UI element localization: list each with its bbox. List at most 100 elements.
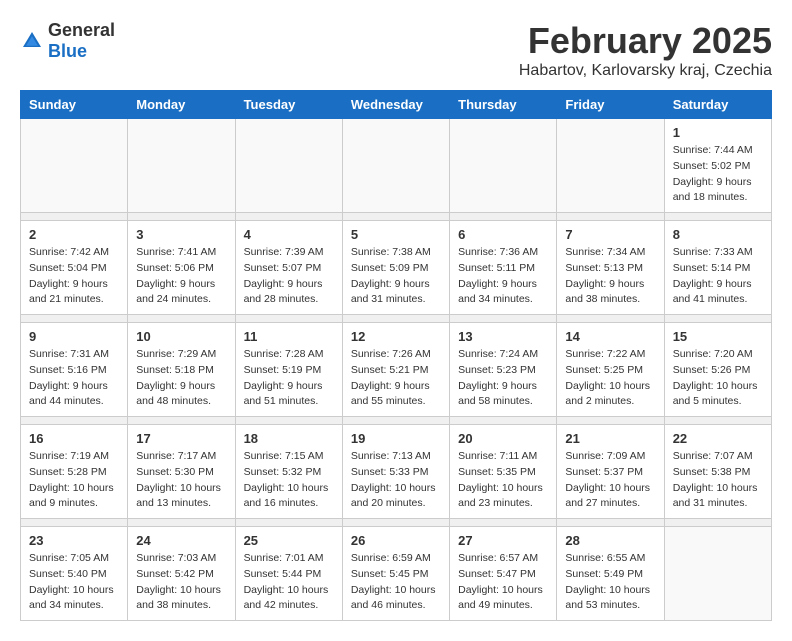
day-number: 16 [29, 431, 119, 446]
day-info: Sunrise: 7:26 AM Sunset: 5:21 PM Dayligh… [351, 347, 441, 410]
day-number: 17 [136, 431, 226, 446]
day-info: Sunrise: 7:24 AM Sunset: 5:23 PM Dayligh… [458, 347, 548, 410]
week-separator [21, 213, 772, 221]
day-info: Sunrise: 7:19 AM Sunset: 5:28 PM Dayligh… [29, 449, 119, 512]
table-row: 8Sunrise: 7:33 AM Sunset: 5:14 PM Daylig… [664, 221, 771, 315]
separator-cell [21, 519, 128, 527]
separator-cell [557, 315, 664, 323]
day-number: 18 [244, 431, 334, 446]
day-info: Sunrise: 7:17 AM Sunset: 5:30 PM Dayligh… [136, 449, 226, 512]
day-info: Sunrise: 7:42 AM Sunset: 5:04 PM Dayligh… [29, 245, 119, 308]
main-title: February 2025 [519, 20, 772, 62]
day-info: Sunrise: 7:44 AM Sunset: 5:02 PM Dayligh… [673, 143, 763, 206]
day-number: 13 [458, 329, 548, 344]
day-number: 10 [136, 329, 226, 344]
day-number: 9 [29, 329, 119, 344]
logo-text: General Blue [48, 20, 115, 62]
day-number: 4 [244, 227, 334, 242]
day-info: Sunrise: 6:59 AM Sunset: 5:45 PM Dayligh… [351, 551, 441, 614]
separator-cell [128, 315, 235, 323]
table-row: 15Sunrise: 7:20 AM Sunset: 5:26 PM Dayli… [664, 323, 771, 417]
separator-cell [342, 519, 449, 527]
calendar-header-row: Sunday Monday Tuesday Wednesday Thursday… [21, 91, 772, 119]
week-separator [21, 417, 772, 425]
day-number: 2 [29, 227, 119, 242]
day-info: Sunrise: 7:01 AM Sunset: 5:44 PM Dayligh… [244, 551, 334, 614]
table-row [21, 119, 128, 213]
day-info: Sunrise: 7:41 AM Sunset: 5:06 PM Dayligh… [136, 245, 226, 308]
logo-general: General [48, 20, 115, 40]
separator-cell [450, 315, 557, 323]
calendar-week-1: 1 Sunrise: 7:44 AM Sunset: 5:02 PM Daylig… [21, 119, 772, 213]
week-separator [21, 315, 772, 323]
table-row: 27 Sunrise: 6:57 AM Sunset: 5:47 PM Dayli… [450, 527, 557, 621]
table-row: 11Sunrise: 7:28 AM Sunset: 5:19 PM Dayli… [235, 323, 342, 417]
separator-cell [235, 417, 342, 425]
logo: General Blue [20, 20, 115, 62]
calendar-week-3: 9 Sunrise: 7:31 AM Sunset: 5:16 PM Daylig… [21, 323, 772, 417]
table-row [557, 119, 664, 213]
table-row: 7Sunrise: 7:34 AM Sunset: 5:13 PM Daylig… [557, 221, 664, 315]
separator-cell [664, 213, 771, 221]
day-number: 5 [351, 227, 441, 242]
table-row: 12 Sunrise: 7:26 AM Sunset: 5:21 PM Dayli… [342, 323, 449, 417]
day-info: Sunrise: 7:03 AM Sunset: 5:42 PM Dayligh… [136, 551, 226, 614]
separator-cell [557, 213, 664, 221]
table-row: 19 Sunrise: 7:13 AM Sunset: 5:33 PM Dayli… [342, 425, 449, 519]
table-row: 20Sunrise: 7:11 AM Sunset: 5:35 PM Dayli… [450, 425, 557, 519]
col-sunday: Sunday [21, 91, 128, 119]
day-info: Sunrise: 7:31 AM Sunset: 5:16 PM Dayligh… [29, 347, 119, 410]
day-info: Sunrise: 7:15 AM Sunset: 5:32 PM Dayligh… [244, 449, 334, 512]
table-row: 23Sunrise: 7:05 AM Sunset: 5:40 PM Dayli… [21, 527, 128, 621]
day-number: 19 [351, 431, 441, 446]
logo-icon [20, 29, 44, 53]
separator-cell [21, 417, 128, 425]
table-row: 14Sunrise: 7:22 AM Sunset: 5:25 PM Dayli… [557, 323, 664, 417]
separator-cell [664, 417, 771, 425]
table-row: 22Sunrise: 7:07 AM Sunset: 5:38 PM Dayli… [664, 425, 771, 519]
col-friday: Friday [557, 91, 664, 119]
table-row [664, 527, 771, 621]
day-info: Sunrise: 7:36 AM Sunset: 5:11 PM Dayligh… [458, 245, 548, 308]
week-separator [21, 519, 772, 527]
day-info: Sunrise: 7:09 AM Sunset: 5:37 PM Dayligh… [565, 449, 655, 512]
day-number: 21 [565, 431, 655, 446]
table-row: 1 Sunrise: 7:44 AM Sunset: 5:02 PM Daylig… [664, 119, 771, 213]
calendar-week-5: 23Sunrise: 7:05 AM Sunset: 5:40 PM Dayli… [21, 527, 772, 621]
separator-cell [342, 315, 449, 323]
table-row: 18 Sunrise: 7:15 AM Sunset: 5:32 PM Dayli… [235, 425, 342, 519]
table-row: 4Sunrise: 7:39 AM Sunset: 5:07 PM Daylig… [235, 221, 342, 315]
day-number: 28 [565, 533, 655, 548]
day-info: Sunrise: 7:38 AM Sunset: 5:09 PM Dayligh… [351, 245, 441, 308]
table-row: 26Sunrise: 6:59 AM Sunset: 5:45 PM Dayli… [342, 527, 449, 621]
table-row: 25Sunrise: 7:01 AM Sunset: 5:44 PM Dayli… [235, 527, 342, 621]
day-info: Sunrise: 7:29 AM Sunset: 5:18 PM Dayligh… [136, 347, 226, 410]
separator-cell [450, 519, 557, 527]
day-number: 12 [351, 329, 441, 344]
separator-cell [128, 213, 235, 221]
col-tuesday: Tuesday [235, 91, 342, 119]
table-row: 9 Sunrise: 7:31 AM Sunset: 5:16 PM Daylig… [21, 323, 128, 417]
separator-cell [664, 519, 771, 527]
day-number: 1 [673, 125, 763, 140]
table-row: 3 Sunrise: 7:41 AM Sunset: 5:06 PM Daylig… [128, 221, 235, 315]
separator-cell [664, 315, 771, 323]
separator-cell [450, 213, 557, 221]
separator-cell [128, 417, 235, 425]
separator-cell [557, 417, 664, 425]
day-info: Sunrise: 7:05 AM Sunset: 5:40 PM Dayligh… [29, 551, 119, 614]
day-info: Sunrise: 7:20 AM Sunset: 5:26 PM Dayligh… [673, 347, 763, 410]
separator-cell [21, 213, 128, 221]
day-number: 3 [136, 227, 226, 242]
col-wednesday: Wednesday [342, 91, 449, 119]
header: General Blue February 2025 Habartov, Kar… [20, 20, 772, 80]
separator-cell [235, 213, 342, 221]
day-number: 20 [458, 431, 548, 446]
separator-cell [128, 519, 235, 527]
separator-cell [21, 315, 128, 323]
day-info: Sunrise: 7:13 AM Sunset: 5:33 PM Dayligh… [351, 449, 441, 512]
day-number: 24 [136, 533, 226, 548]
day-info: Sunrise: 6:57 AM Sunset: 5:47 PM Dayligh… [458, 551, 548, 614]
day-number: 27 [458, 533, 548, 548]
table-row: 5 Sunrise: 7:38 AM Sunset: 5:09 PM Daylig… [342, 221, 449, 315]
